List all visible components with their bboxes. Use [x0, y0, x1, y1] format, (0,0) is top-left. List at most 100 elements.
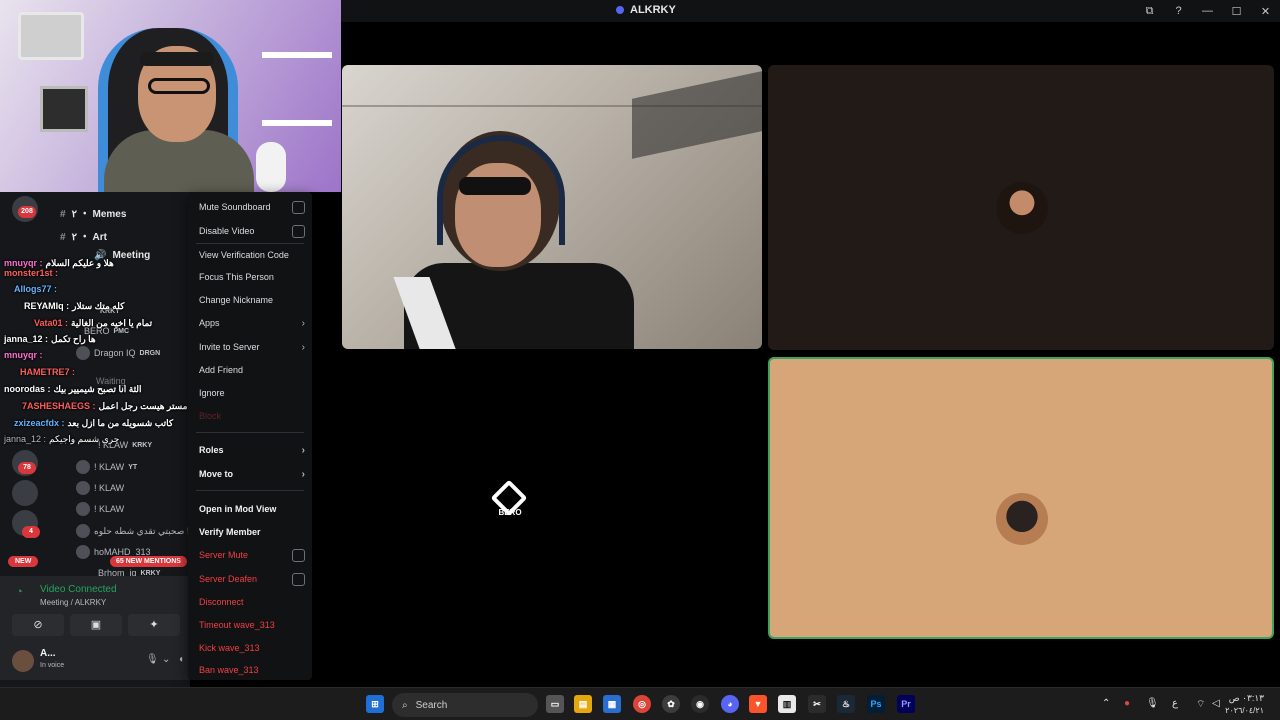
- menu-label: Server Mute: [199, 550, 249, 560]
- hash-icon: #: [60, 232, 66, 243]
- photoshop-icon[interactable]: Ps: [867, 695, 885, 713]
- wifi-icon[interactable]: ⌔: [1196, 698, 1205, 711]
- menu-block[interactable]: Block: [199, 406, 305, 426]
- language-indicator[interactable]: ع: [1172, 698, 1178, 709]
- member-name: ! KLAW: [94, 504, 125, 514]
- task-view-icon[interactable]: ▭: [546, 695, 564, 713]
- menu-disable-video[interactable]: Disable Video: [199, 221, 305, 241]
- member-avatar: [76, 460, 90, 474]
- menu-label: Open in Mod View: [199, 504, 277, 514]
- menu-verify-member[interactable]: Verify Member: [199, 522, 305, 542]
- menu-server-mute[interactable]: Server Mute: [199, 545, 305, 565]
- file-explorer-icon[interactable]: ▤: [574, 695, 592, 713]
- help-icon[interactable]: ?: [1164, 5, 1193, 17]
- menu-label: Apps: [199, 318, 220, 328]
- server-icon[interactable]: [12, 480, 38, 506]
- volume-icon[interactable]: ◁: [1212, 698, 1220, 709]
- chat-nick: Allogs77 :: [14, 284, 58, 294]
- channel-art[interactable]: #٢ ・ Art: [60, 228, 107, 243]
- channel-memes[interactable]: #٢ ・ Memes: [60, 205, 126, 220]
- menu-divider: [196, 432, 304, 433]
- menu-label: Disable Video: [199, 226, 255, 236]
- menu-ban[interactable]: Ban wave_313: [199, 660, 305, 680]
- chat-message: HAMETRE7 :: [20, 367, 78, 381]
- menu-ignore[interactable]: Ignore: [199, 383, 305, 403]
- member-name: ! KLAW: [94, 483, 125, 493]
- menu-server-deafen[interactable]: Server Deafen: [199, 569, 305, 589]
- video-tile-camera[interactable]: [342, 65, 762, 349]
- member-avatar: [76, 502, 90, 516]
- menu-add-friend[interactable]: Add Friend: [199, 360, 305, 380]
- video-tile-avatar-1[interactable]: [768, 65, 1274, 350]
- brave-icon[interactable]: ▼: [749, 695, 767, 713]
- discord-icon[interactable]: ◕: [721, 695, 739, 713]
- menu-apps[interactable]: Apps ›: [199, 313, 305, 333]
- premiere-icon[interactable]: Pr: [897, 695, 915, 713]
- close-button[interactable]: ✕: [1251, 5, 1280, 18]
- signal-icon[interactable]: ◔: [16, 586, 23, 598]
- headphones-icon[interactable]: ◖: [178, 654, 184, 665]
- steam-icon[interactable]: ◉: [691, 695, 709, 713]
- tray-app-icon[interactable]: ●: [1124, 698, 1130, 709]
- voice-member[interactable]: ! KLAW: [76, 500, 124, 518]
- screen: ALKRKY ⧉ ? — ☐ ✕ BERO 208 78 4 # ٢ ・ Mem…: [0, 0, 1280, 720]
- steam-client-icon[interactable]: ♨: [837, 695, 855, 713]
- menu-label: Change Nickname: [199, 295, 274, 305]
- menu-disconnect[interactable]: Disconnect: [199, 592, 305, 612]
- capcut-icon[interactable]: ✂: [808, 695, 826, 713]
- chrome-icon[interactable]: ◎: [633, 695, 651, 713]
- tray-chevron-icon[interactable]: ⌃: [1102, 698, 1110, 709]
- chat-message: noorodas : الثة انا تصبح شيميير بيك: [4, 384, 142, 398]
- menu-invite-to-server[interactable]: Invite to Server ›: [199, 337, 305, 357]
- clock-date[interactable]: ٢٠٢٦/٠٤/٢١: [1225, 706, 1264, 715]
- maximize-button[interactable]: ☐: [1222, 5, 1251, 18]
- store-icon[interactable]: ▦: [603, 695, 621, 713]
- taskbar-search[interactable]: ⌕ Search: [392, 693, 538, 717]
- microphone-icon[interactable]: 🎙: [1146, 698, 1159, 709]
- bero-label: BERO: [498, 508, 522, 517]
- new-pill[interactable]: NEW: [8, 556, 39, 567]
- menu-label: Mute Soundboard: [199, 202, 271, 212]
- voice-channel-path[interactable]: Meeting / ALKRKY: [40, 598, 106, 607]
- avatar[interactable]: [12, 650, 34, 672]
- checkbox[interactable]: [292, 548, 305, 562]
- streamer-webcam: [0, 0, 341, 192]
- camera-off-button[interactable]: ⊘: [12, 614, 64, 636]
- menu-kick[interactable]: Kick wave_313: [199, 638, 305, 658]
- menu-timeout[interactable]: Timeout wave_313: [199, 615, 305, 635]
- menu-mute-soundboard[interactable]: Mute Soundboard: [199, 197, 305, 217]
- menu-change-nickname[interactable]: Change Nickname: [199, 290, 305, 310]
- voice-member[interactable]: ! KLAW: [76, 479, 124, 497]
- menu-focus-person[interactable]: Focus This Person: [199, 267, 305, 287]
- checkbox[interactable]: [292, 572, 305, 586]
- menu-label: Roles: [199, 445, 224, 455]
- video-tile-bero[interactable]: BERO: [342, 357, 762, 642]
- chevron-down-icon[interactable]: ⌄: [162, 654, 170, 665]
- popout-icon[interactable]: ⧉: [1135, 5, 1164, 18]
- member-name: ! KLAW: [94, 462, 125, 472]
- menu-open-mod-view[interactable]: Open in Mod View: [199, 499, 305, 519]
- app-icon[interactable]: ✿: [662, 695, 680, 713]
- video-tile-speaking[interactable]: [768, 357, 1274, 639]
- search-icon: ⌕: [402, 699, 408, 711]
- menu-roles[interactable]: Roles ›: [199, 440, 305, 460]
- voice-member[interactable]: صحبتي تقدي شطه حلوه !: [76, 522, 189, 540]
- channel-label: ٢ ・ Memes: [71, 209, 127, 220]
- voice-member[interactable]: ! KLAW YT: [76, 458, 137, 476]
- menu-label: Timeout wave_313: [199, 620, 275, 630]
- document-icon[interactable]: ▥: [778, 695, 796, 713]
- clock-time[interactable]: ٠٣:١٣ ص: [1229, 693, 1264, 704]
- member-name: Dragon IQ: [94, 348, 136, 358]
- menu-view-verification-code[interactable]: View Verification Code: [199, 245, 305, 265]
- screen-share-button[interactable]: ▣: [70, 614, 122, 636]
- mentions-pill[interactable]: 65 NEW MENTIONS: [110, 556, 187, 567]
- activities-button[interactable]: ✦: [128, 614, 180, 636]
- chat-message: 7ASHESHAEGS : مو انت مستر هيست رجل اعمل: [22, 401, 216, 415]
- minimize-button[interactable]: —: [1193, 5, 1222, 17]
- checkbox[interactable]: [292, 224, 305, 238]
- play-button-plaque: [18, 12, 84, 60]
- menu-move-to[interactable]: Move to ›: [199, 464, 305, 484]
- checkbox[interactable]: [292, 200, 305, 214]
- microphone-icon[interactable]: 🎙: [146, 654, 159, 665]
- windows-start-icon[interactable]: ⊞: [366, 695, 384, 713]
